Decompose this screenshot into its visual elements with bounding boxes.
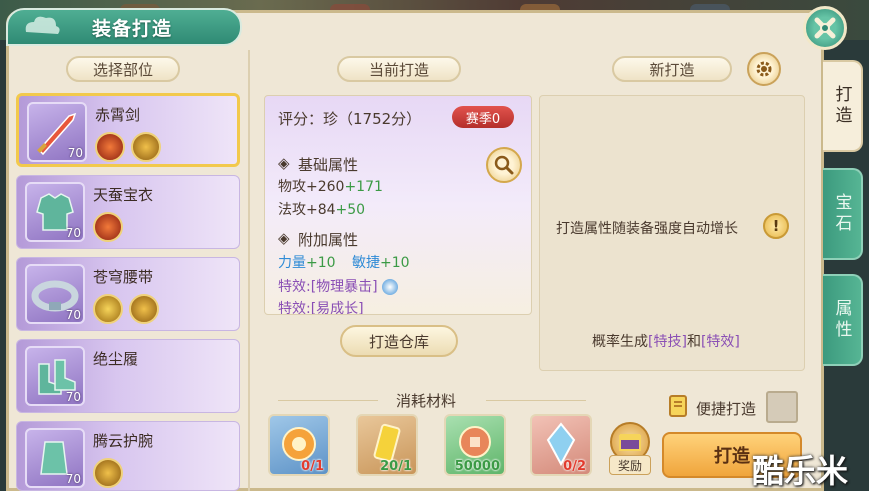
equipment-slot-armor[interactable]: 70 天蚕宝衣 xyxy=(16,175,240,249)
scroll-icon xyxy=(669,395,687,417)
item-name: 苍穹腰带 xyxy=(93,268,154,286)
tab-attribute[interactable]: 属性 xyxy=(823,274,863,366)
item-level: 70 xyxy=(65,390,81,404)
attr-bonus: +50 xyxy=(335,202,366,218)
reward-label: 奖励 xyxy=(609,455,651,475)
gear-icon xyxy=(756,61,772,77)
search-icon xyxy=(494,155,514,175)
attr-base: +84 xyxy=(306,202,336,218)
close-icon xyxy=(814,17,836,39)
fist-skill-icon xyxy=(131,132,161,162)
attr-row: 法攻+84+50 xyxy=(278,199,365,219)
attr-name: 法攻 xyxy=(278,202,306,218)
attr-bonus: +171 xyxy=(344,179,383,195)
material-slot[interactable]: 0/2 xyxy=(530,414,592,476)
material-slot[interactable]: 0/1 xyxy=(268,414,330,476)
attr-base: +260 xyxy=(306,179,345,195)
armor-icon: 70 xyxy=(25,182,85,242)
season-badge: 赛季0 xyxy=(452,106,514,128)
attr-name: 力量 xyxy=(278,255,306,271)
exclamation-icon[interactable]: ! xyxy=(763,213,789,239)
tab-gem[interactable]: 宝石 xyxy=(823,168,863,260)
item-name: 腾云护腕 xyxy=(93,432,154,450)
extra-attr-row: 力量+10 敏捷+10 xyxy=(278,252,410,272)
extra-attributes-title: 附加属性 xyxy=(298,231,359,249)
quick-forge-checkbox[interactable] xyxy=(766,391,798,423)
watermark: 酷乐米 xyxy=(752,452,849,490)
boots-icon: 70 xyxy=(25,346,85,406)
close-button[interactable] xyxy=(803,6,847,50)
attr-row: 物攻+260+171 xyxy=(278,176,383,196)
effect-name: [物理暴击] xyxy=(310,279,378,295)
material-slot[interactable]: 50000 xyxy=(444,414,506,476)
attr-value: +10 xyxy=(380,255,410,271)
score-text: 评分：珍（1752分） xyxy=(278,110,422,128)
prob-skill: [特技] xyxy=(648,334,687,350)
material-count: 20/1 xyxy=(380,459,412,474)
panel-divider xyxy=(248,50,250,491)
new-forge-label: 新打造 xyxy=(612,56,732,82)
fire-skill-icon xyxy=(93,212,123,242)
item-name: 赤霄剑 xyxy=(95,106,141,124)
bracer-icon: 70 xyxy=(25,428,85,488)
effect-label: 特效: xyxy=(278,279,311,295)
effect-name: [易成长] xyxy=(310,301,364,314)
equipment-slot-belt[interactable]: 70 苍穹腰带 xyxy=(16,257,240,331)
fire-skill-icon xyxy=(95,132,125,162)
item-name: 天蚕宝衣 xyxy=(93,186,154,204)
window-title: 装备打造 xyxy=(92,18,173,40)
effect-row: 特效:[易成长] xyxy=(278,298,364,314)
star-skill-icon xyxy=(93,294,123,324)
effect-info-icon[interactable] xyxy=(382,279,399,295)
equipment-slot-weapon[interactable]: 70 赤霄剑 xyxy=(16,93,240,167)
settings-button[interactable] xyxy=(747,52,781,86)
materials-label: 消耗材料 xyxy=(396,392,457,410)
new-forge-info-text: 打造属性随装备强度自动增长 xyxy=(556,221,738,237)
item-level: 70 xyxy=(65,308,81,322)
effect-label: 特效: xyxy=(278,301,311,314)
item-level: 70 xyxy=(65,226,81,240)
equipment-slot-boots[interactable]: 70 绝尘履 xyxy=(16,339,240,413)
probability-text: 概率生成[特技]和[特效] xyxy=(592,331,740,351)
tab-forge[interactable]: 打造 xyxy=(823,60,863,152)
item-level: 70 xyxy=(65,472,81,486)
select-slot-label: 选择部位 xyxy=(66,56,180,82)
diamond-bullet-icon: ◈ xyxy=(278,154,290,172)
quick-forge-label: 便捷打造 xyxy=(696,400,757,418)
material-slot[interactable]: 20/1 xyxy=(356,414,418,476)
prob-and: 和 xyxy=(686,334,701,350)
belt-icon: 70 xyxy=(25,264,85,324)
diamond-bullet-icon: ◈ xyxy=(278,229,290,247)
base-attributes-title: 基础属性 xyxy=(298,156,359,174)
prob-prefix: 概率生成 xyxy=(592,334,648,350)
forge-warehouse-button[interactable]: 打造仓库 xyxy=(340,325,458,357)
fist-skill-icon xyxy=(129,294,159,324)
material-count: 0/1 xyxy=(301,459,324,474)
divider-line xyxy=(486,400,586,401)
magnify-button[interactable] xyxy=(486,147,522,183)
fist-skill-icon xyxy=(93,458,123,488)
material-count: 0/2 xyxy=(563,459,586,474)
current-forge-label: 当前打造 xyxy=(337,56,461,82)
equipment-slot-bracer[interactable]: 70 腾云护腕 xyxy=(16,421,240,491)
item-name: 绝尘履 xyxy=(93,350,139,368)
item-level: 70 xyxy=(67,146,83,160)
divider-line xyxy=(278,400,378,401)
prob-effect: [特效] xyxy=(700,334,740,350)
attr-value: +10 xyxy=(306,255,336,271)
material-count: 50000 xyxy=(454,459,500,474)
sword-icon: 70 xyxy=(27,102,87,162)
attr-name: 物攻 xyxy=(278,179,306,195)
cloud-icon xyxy=(25,16,60,34)
effect-row: 特效:[物理暴击] xyxy=(278,276,399,296)
attr-name: 敏捷 xyxy=(352,255,380,271)
